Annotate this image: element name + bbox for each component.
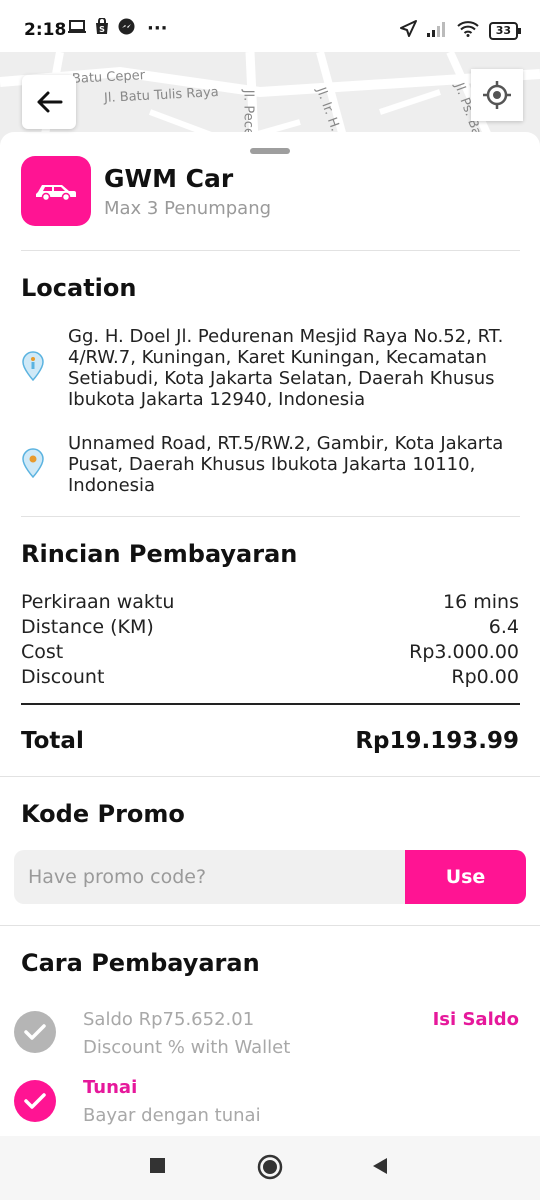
messenger-icon [118, 18, 135, 39]
cash-option-check[interactable] [14, 1080, 56, 1122]
destination-address: Unnamed Road, RT.5/RW.2, Gambir, Kota Ja… [68, 433, 504, 496]
promo-code-input[interactable] [14, 850, 406, 904]
wifi-icon [457, 20, 479, 41]
shopping-bag-icon: S [94, 17, 110, 39]
recent-apps-icon[interactable] [148, 1156, 168, 1176]
my-location-button[interactable] [471, 69, 523, 121]
wallet-balance[interactable]: Saldo Rp75.652.01 [83, 1009, 254, 1030]
car-icon [36, 185, 76, 202]
back-button[interactable] [22, 75, 76, 129]
screen-icon [68, 19, 86, 38]
pickup-address: Gg. H. Doel Jl. Pedurenan Mesjid Raya No… [68, 326, 504, 410]
discount-label: Discount [21, 666, 105, 688]
top-up-link[interactable]: Isi Saldo [433, 1009, 519, 1030]
payment-details-title: Rincian Pembayaran [21, 540, 298, 568]
vehicle-tile [21, 156, 91, 226]
distance-value: 6.4 [488, 616, 519, 638]
eta-label: Perkiraan waktu [21, 591, 175, 613]
checkmark-icon [24, 1024, 46, 1040]
destination-pin-icon [22, 448, 44, 478]
payment-method-title: Cara Pembayaran [21, 949, 260, 977]
drag-handle[interactable] [250, 148, 290, 154]
eta-value: 16 mins [443, 591, 519, 613]
divider [0, 776, 540, 777]
more-notifications-icon: ··· [147, 18, 168, 39]
cost-value: Rp3.000.00 [409, 641, 519, 663]
divider [0, 925, 540, 926]
total-value: Rp19.193.99 [355, 728, 519, 754]
discount-value: Rp0.00 [451, 666, 519, 688]
battery-icon: 33 [488, 21, 522, 40]
cash-option-subtitle: Bayar dengan tunai [83, 1105, 261, 1126]
location-arrow-icon [399, 20, 417, 41]
signal-icon [426, 21, 447, 41]
use-promo-button[interactable]: Use [405, 850, 526, 904]
divider [21, 250, 520, 251]
crosshair-icon [483, 81, 511, 109]
status-time: 2:18 [24, 20, 67, 40]
divider [21, 516, 520, 517]
location-title: Location [21, 274, 137, 302]
back-nav-icon[interactable] [371, 1156, 389, 1176]
arrow-left-icon [37, 91, 63, 113]
status-bar: 2:18 S ··· 33 [0, 0, 540, 52]
distance-label: Distance (KM) [21, 616, 154, 638]
booking-sheet: GWM Car Max 3 Penumpang Location Gg. H. … [0, 132, 540, 1136]
home-icon[interactable] [257, 1154, 283, 1180]
vehicle-capacity: Max 3 Penumpang [104, 198, 272, 219]
wallet-subtitle: Discount % with Wallet [83, 1037, 291, 1058]
system-nav-bar [0, 1136, 540, 1200]
total-label: Total [21, 728, 84, 754]
total-divider [21, 703, 520, 705]
cost-label: Cost [21, 641, 64, 663]
svg-text:S: S [99, 25, 105, 34]
promo-title: Kode Promo [21, 800, 185, 828]
vehicle-name: GWM Car [104, 164, 234, 193]
cash-option-title[interactable]: Tunai [83, 1077, 137, 1098]
checkmark-icon [24, 1093, 46, 1109]
pickup-pin-icon [22, 351, 44, 381]
wallet-option-check[interactable] [14, 1011, 56, 1053]
